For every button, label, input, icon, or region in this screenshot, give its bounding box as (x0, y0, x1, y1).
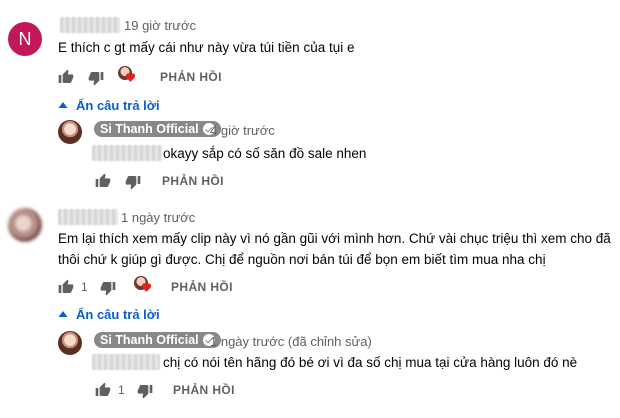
creator-badge[interactable]: Si Thanh Official (94, 332, 221, 348)
mention-redacted[interactable] (92, 354, 160, 370)
avatar[interactable] (58, 120, 82, 144)
reply-time[interactable]: 1 ngày trước (đã chỉnh sửa) (210, 334, 372, 349)
reply-author: Si Thanh Official (100, 122, 199, 136)
reply-text: chị có nói tên hãng đó bé ơi vì đa số ch… (163, 355, 578, 370)
comment-time[interactable]: 19 giờ trước (124, 18, 196, 33)
reply-button[interactable]: PHẢN HỒI (160, 70, 222, 84)
dislike-icon[interactable] (137, 383, 153, 404)
like-count: 1 (81, 280, 88, 294)
author-name-redacted[interactable] (60, 17, 120, 33)
hide-replies-toggle[interactable]: Ẩn câu trả lời (58, 305, 160, 323)
dislike-icon[interactable] (100, 280, 116, 301)
hide-replies-label: Ẩn câu trả lời (76, 97, 160, 113)
avatar[interactable] (8, 208, 42, 242)
mention-redacted[interactable] (92, 145, 162, 161)
comment-text-line-1: Em lại thích xem mấy clip này vì nó gần … (58, 231, 611, 246)
like-icon[interactable] (58, 279, 74, 300)
comment-text: E thích c gt mấy cái như này vừa túi tiề… (58, 40, 355, 55)
hide-replies-toggle[interactable]: Ẩn câu trả lời (58, 96, 160, 114)
caret-up-icon (58, 305, 68, 323)
caret-up-icon (58, 96, 68, 114)
comment-time[interactable]: 1 ngày trước (121, 210, 195, 225)
like-icon[interactable] (95, 382, 111, 403)
reply-button[interactable]: PHẢN HỒI (171, 280, 233, 294)
creator-badge[interactable]: Si Thanh Official (94, 121, 221, 137)
reply-text: okayy sắp có số săn đồ sale nhen (163, 146, 367, 161)
dislike-icon[interactable] (125, 174, 141, 195)
reply-author: Si Thanh Official (100, 333, 199, 347)
author-name-redacted[interactable] (58, 209, 118, 225)
avatar[interactable]: N (8, 22, 42, 56)
avatar-letter: N (18, 28, 32, 49)
avatar[interactable] (58, 331, 82, 355)
dislike-icon[interactable] (88, 70, 104, 91)
reply-button[interactable]: PHẢN HỒI (173, 383, 235, 397)
reply-button[interactable]: PHẢN HỒI (162, 174, 224, 188)
like-icon[interactable] (95, 173, 111, 194)
comment-text-line-2: thôi chứ k giúp gì được. Chị để nguồn nơ… (58, 252, 546, 267)
reply-time[interactable]: 4 giờ trước (210, 123, 275, 138)
like-icon[interactable] (58, 69, 74, 90)
hide-replies-label: Ẩn câu trả lời (76, 306, 160, 322)
like-count: 1 (118, 383, 125, 397)
